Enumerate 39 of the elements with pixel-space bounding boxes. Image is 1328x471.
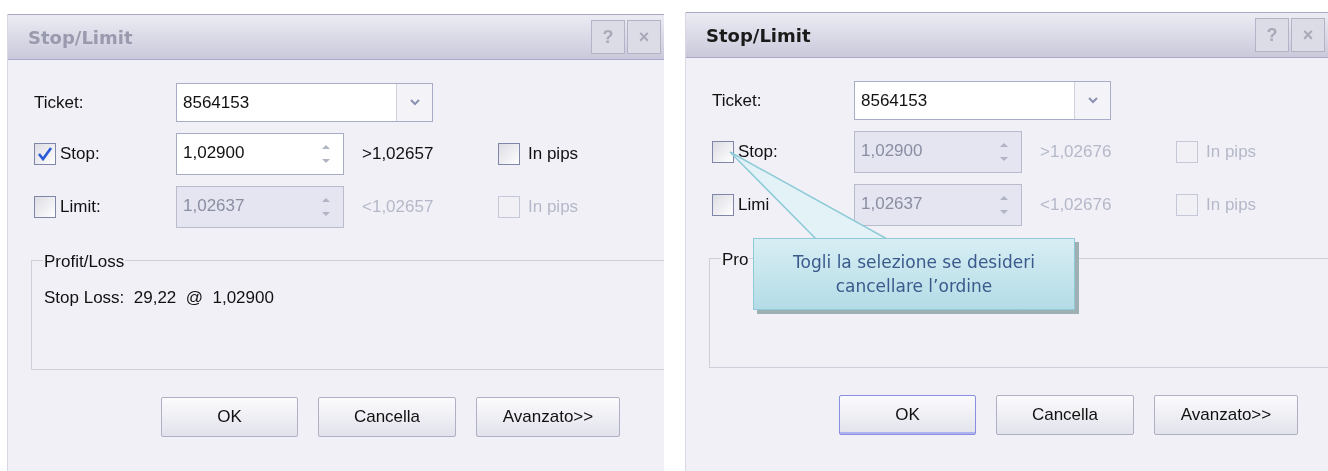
spin-arrows-icon[interactable] (999, 141, 1009, 163)
checkbox[interactable] (498, 196, 520, 218)
checkbox-label: Stop: (60, 143, 100, 166)
limit-reading: >1,02657 (362, 143, 435, 166)
checkbox-label: In pips (1206, 194, 1257, 217)
ticket-dropdown[interactable]: 8564153 (854, 81, 1111, 120)
window-title: Stop/Limit (706, 23, 811, 48)
ticket-dropdown[interactable]: 8564153 (176, 83, 433, 122)
dialog-button[interactable]: OK (161, 397, 298, 437)
dialog-button[interactable]: OK (839, 395, 976, 435)
limit-reading: >1,02676 (1040, 141, 1113, 164)
dialog-button[interactable]: Cancella (996, 395, 1134, 435)
dialog-button[interactable]: Avanzato>> (1154, 395, 1298, 435)
spin-field[interactable]: 1,02900 (176, 133, 344, 175)
checkbox[interactable] (34, 196, 56, 218)
checkbox-label: In pips (528, 143, 579, 166)
limit-reading: <1,02676 (1040, 194, 1113, 217)
checkbox-label: Stop: (738, 141, 778, 164)
limit-reading: <1,02657 (362, 196, 435, 219)
checkbox[interactable] (712, 194, 734, 216)
spin-arrows-icon[interactable] (999, 194, 1009, 216)
spin-arrows-icon[interactable] (321, 143, 331, 165)
window-title: Stop/Limit (28, 25, 133, 50)
checkbox[interactable] (1176, 194, 1198, 216)
chevron-down-icon (1087, 97, 1098, 104)
field-label: Ticket: (34, 91, 85, 114)
checkbox[interactable] (34, 143, 56, 165)
checkbox-label: In pips (528, 196, 579, 219)
field-label: Ticket: (712, 89, 763, 112)
checkbox-label: In pips (1206, 141, 1257, 164)
checkbox[interactable] (1176, 141, 1198, 163)
spin-arrows-icon[interactable] (321, 196, 331, 218)
checkbox[interactable] (498, 143, 520, 165)
dialog-button[interactable]: Cancella (318, 397, 456, 437)
checkbox-label: Limi (738, 194, 770, 217)
summary-text: Stop Loss: 29,22 @ 1,02900 (44, 287, 275, 309)
dialog-button[interactable]: Avanzato>> (476, 397, 620, 437)
checkbox-label: Limit: (60, 196, 101, 219)
chevron-down-icon (409, 99, 420, 106)
